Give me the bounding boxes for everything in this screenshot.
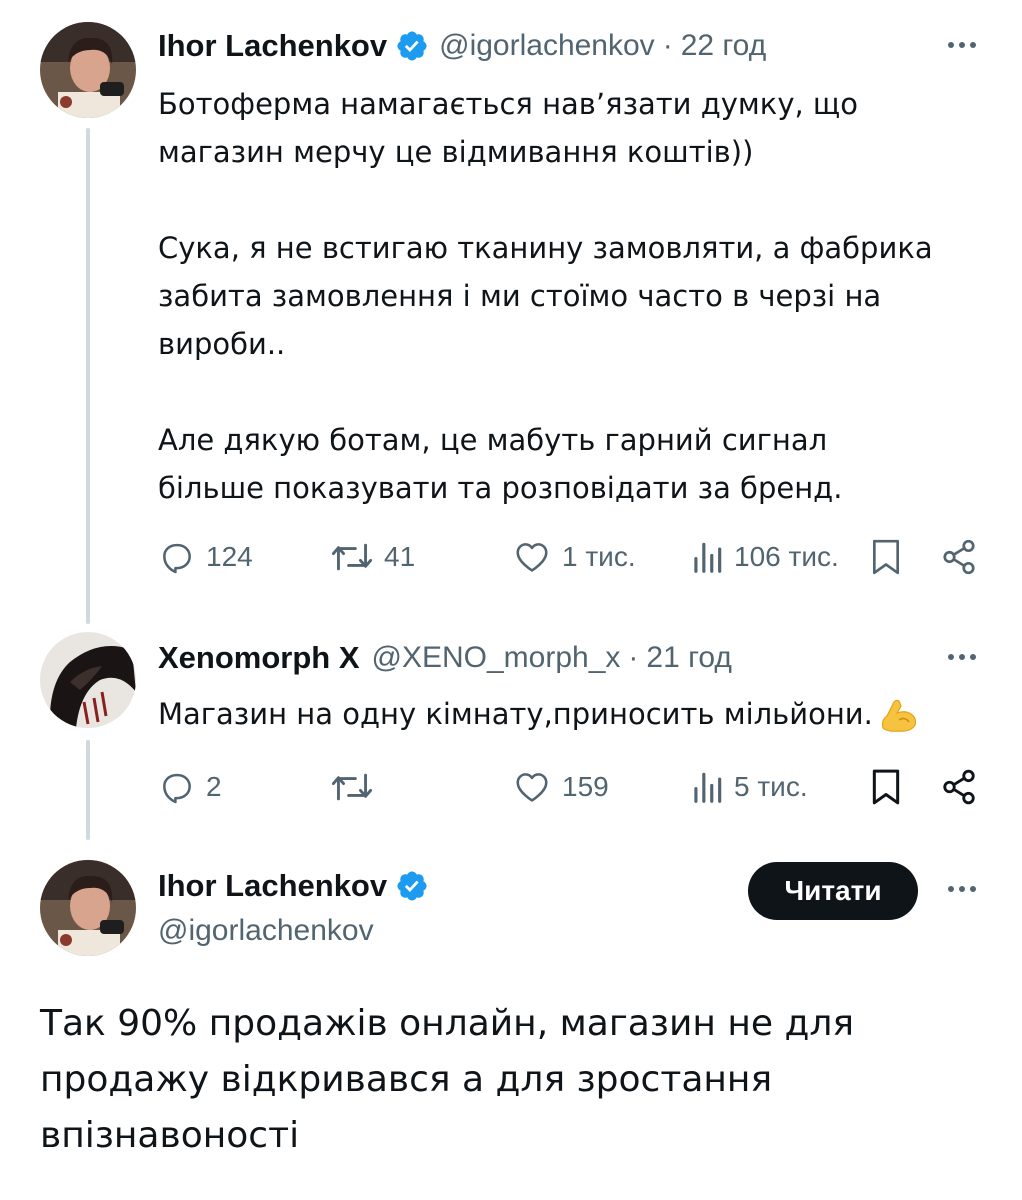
reply-count: 124 bbox=[206, 541, 253, 572]
tweet1-line: Ботоферма намагається нав’язати думку, щ… bbox=[158, 87, 858, 121]
reply-button[interactable]: 2 bbox=[158, 762, 222, 812]
tweet2-author-name[interactable]: Xenomorph X bbox=[158, 640, 360, 676]
tweet2-actions: 2 159 5 тис. bbox=[0, 762, 1022, 812]
avatar-xenomorph[interactable] bbox=[40, 632, 136, 728]
follow-button[interactable]: Читати bbox=[748, 862, 918, 920]
like-button[interactable]: 1 тис. bbox=[512, 532, 636, 582]
bookmark-icon bbox=[873, 539, 900, 575]
repost-icon bbox=[331, 773, 373, 801]
tweet2-separator: · bbox=[628, 641, 639, 674]
flexed-biceps-icon bbox=[881, 699, 916, 732]
reply-button[interactable]: 124 bbox=[158, 532, 253, 582]
repost-icon bbox=[331, 543, 373, 571]
bookmark-icon bbox=[872, 769, 900, 805]
repost-button[interactable] bbox=[330, 762, 374, 812]
reply-icon bbox=[163, 543, 191, 574]
tweet1-line: Сука, я не встигаю тканину замовляти, а … bbox=[158, 231, 933, 265]
tweet1-line: більше показувати та розповідати за брен… bbox=[158, 471, 843, 505]
verified-badge-icon bbox=[397, 31, 427, 61]
views-count: 5 тис. bbox=[734, 771, 808, 802]
tweet1-line: забита замовлення і ми стоїмо часто в че… bbox=[158, 279, 882, 313]
tweet1-header: Ihor Lachenkov @igorlachenkov · 22 год bbox=[158, 26, 766, 66]
tweet3-header: Ihor Lachenkov bbox=[158, 866, 439, 906]
more-horizontal-icon[interactable] bbox=[942, 30, 982, 60]
repost-button[interactable]: 41 bbox=[330, 532, 415, 582]
tweet3-line: Так 90% продажів онлайн, магазин не для bbox=[40, 1003, 855, 1044]
views-icon bbox=[694, 772, 722, 803]
share-icon bbox=[943, 769, 975, 805]
verified-badge-icon bbox=[397, 871, 427, 901]
tweet1-author-name[interactable]: Ihor Lachenkov bbox=[158, 28, 387, 64]
tweet1-text: Ботоферма намагається нав’язати думку, щ… bbox=[158, 80, 933, 512]
like-count: 159 bbox=[562, 771, 609, 802]
views-button[interactable]: 106 тис. bbox=[690, 532, 839, 582]
like-icon bbox=[516, 773, 548, 802]
like-button[interactable]: 159 bbox=[512, 762, 609, 812]
like-count: 1 тис. bbox=[562, 541, 636, 572]
avatar-ihor[interactable] bbox=[40, 860, 136, 956]
tweet1-line: магазин мерчу це відмивання коштів)) bbox=[158, 135, 754, 169]
tweet3-text: Так 90% продажів онлайн, магазин не для … bbox=[40, 996, 854, 1164]
tweet2-header: Xenomorph X @XENO_morph_x · 21 год bbox=[158, 638, 732, 678]
repost-count: 41 bbox=[384, 541, 416, 572]
tweet1-line: Але дякую ботам, це мабуть гарний сигнал bbox=[158, 423, 828, 457]
tweet1-separator: · bbox=[662, 29, 673, 62]
tweet1-line: вироби.. bbox=[158, 327, 286, 361]
more-horizontal-icon[interactable] bbox=[942, 874, 982, 904]
avatar-ihor[interactable] bbox=[40, 22, 136, 118]
views-icon bbox=[694, 542, 722, 573]
tweet2-line: Магазин на одну кімнату,приносить мільйо… bbox=[158, 697, 873, 731]
reply-count: 2 bbox=[206, 771, 222, 802]
tweet3-line: продажу відкривався а для зростання bbox=[40, 1059, 773, 1100]
reply-icon bbox=[163, 773, 191, 804]
tweet3-line: впізнавоності bbox=[40, 1115, 300, 1156]
share-button[interactable] bbox=[940, 532, 978, 582]
bookmark-button[interactable] bbox=[868, 532, 904, 582]
tweet2-timestamp[interactable]: 21 год bbox=[646, 641, 732, 675]
tweet3-author-name[interactable]: Ihor Lachenkov bbox=[158, 868, 387, 904]
share-button[interactable] bbox=[940, 762, 978, 812]
views-count: 106 тис. bbox=[734, 541, 839, 572]
bookmark-button[interactable] bbox=[868, 762, 904, 812]
tweet1-handle[interactable]: @igorlachenkov bbox=[439, 29, 655, 63]
tweet1-actions: 124 41 1 тис. 106 тис. bbox=[0, 532, 1022, 582]
tweet2-handle[interactable]: @XENO_morph_x bbox=[372, 641, 621, 675]
like-icon bbox=[516, 543, 548, 572]
share-icon bbox=[943, 539, 975, 575]
tweet3-handle[interactable]: @igorlachenkov bbox=[158, 914, 374, 948]
tweet2-text: Магазин на одну кімнату,приносить мільйо… bbox=[158, 690, 921, 738]
tweet1-timestamp[interactable]: 22 год bbox=[681, 29, 767, 63]
more-horizontal-icon[interactable] bbox=[942, 642, 982, 672]
views-button[interactable]: 5 тис. bbox=[690, 762, 808, 812]
